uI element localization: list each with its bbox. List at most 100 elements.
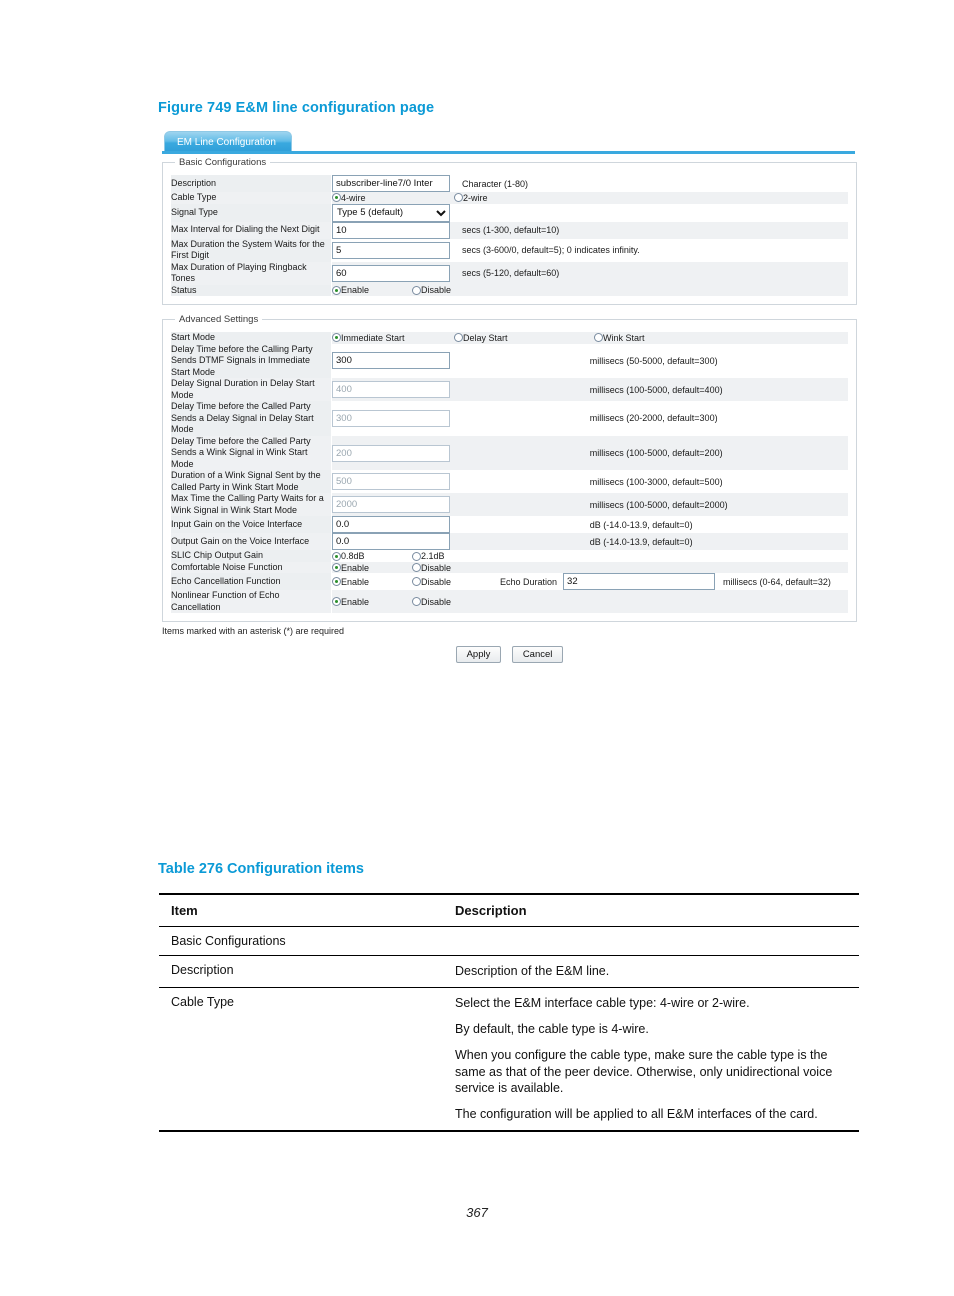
label-signal-type: Signal Type <box>171 203 332 222</box>
radio-cable-type-2wire[interactable]: 2-wire <box>454 193 634 203</box>
row-start-mode: Start Mode Immediate Start Delay Start W… <box>171 332 848 344</box>
row-description: Description Character (1-80) <box>171 175 848 192</box>
output-gain-input[interactable] <box>332 533 450 551</box>
label-output-gain: Output Gain on the Voice Interface <box>171 533 332 551</box>
label-start-mode: Start Mode <box>171 332 332 344</box>
radio-echo-cancellation-enable[interactable]: Enable <box>332 577 412 587</box>
tab-em-line-configuration[interactable]: EM Line Configuration <box>164 131 292 152</box>
table-row: Description Description of the E&M line. <box>159 955 859 988</box>
delay-dtmf-immediate-input[interactable] <box>332 352 450 370</box>
radio-start-mode-immediate[interactable]: Immediate Start <box>332 333 454 343</box>
radio-dot-icon <box>594 333 603 343</box>
header-item: Item <box>159 893 443 927</box>
radio-cable-type-4wire[interactable]: 4-wire <box>332 193 454 203</box>
cell-item: Basic Configurations <box>159 926 443 956</box>
panel-basic-configurations: Basic Configurations Description Charact… <box>162 157 857 306</box>
cell-item: Cable Type <box>159 987 443 1133</box>
delay-called-delay-signal-input[interactable] <box>332 409 450 427</box>
radio-comfortable-noise-enable[interactable]: Enable <box>332 563 412 573</box>
max-duration-ringback-input[interactable] <box>332 264 450 282</box>
header-description: Description <box>443 893 859 927</box>
radio-label: 4-wire <box>341 192 366 203</box>
tab-underline <box>162 151 855 154</box>
radio-label: Enable <box>341 596 370 607</box>
radio-dot-icon <box>332 597 341 607</box>
label-max-wait-wink-signal: Max Time the Calling Party Waits for a W… <box>171 493 332 517</box>
input-gain-input[interactable] <box>332 516 450 534</box>
radio-start-mode-wink[interactable]: Wink Start <box>594 333 645 343</box>
radio-label: Delay Start <box>463 332 508 343</box>
radio-label: Disable <box>421 285 452 296</box>
radio-dot-icon <box>412 285 421 295</box>
field-echo-cancellation: Enable Disable Echo Duration millisecs (… <box>332 573 849 591</box>
document-page: Figure 749 E&M line configuration page E… <box>0 0 954 1296</box>
radio-comfortable-noise-disable[interactable]: Disable <box>412 563 451 573</box>
delay-signal-duration-input[interactable] <box>332 381 450 399</box>
field-max-duration-ringback <box>331 261 462 285</box>
description-paragraph: Select the E&M interface cable type: 4-w… <box>455 995 750 1010</box>
hint-max-wait-wink-signal: millisecs (100-5000, default=2000) <box>589 493 848 517</box>
delay-called-wink-signal-input[interactable] <box>332 444 450 462</box>
radio-dot-icon <box>454 333 463 343</box>
label-max-interval-next-digit: Max Interval for Dialing the Next Digit <box>171 221 332 239</box>
field-output-gain <box>331 533 590 551</box>
label-cable-type: Cable Type <box>171 192 332 204</box>
table-row: Basic Configurations <box>159 926 859 956</box>
row-delay-signal-duration: Delay Signal Duration in Delay Start Mod… <box>171 378 848 402</box>
advanced-settings-table: Start Mode Immediate Start Delay Start W… <box>171 332 849 614</box>
row-signal-type: Signal Type Type 5 (default) <box>171 203 849 222</box>
label-delay-called-wink-signal: Delay Time before the Called Party Sends… <box>171 435 332 471</box>
radio-start-mode-delay[interactable]: Delay Start <box>454 333 594 343</box>
apply-button[interactable]: Apply <box>455 646 502 664</box>
field-signal-type: Type 5 (default) <box>332 203 849 222</box>
label-echo-duration: Echo Duration <box>500 576 558 587</box>
figure-caption: Figure 749 E&M line configuration page <box>158 100 435 116</box>
cancel-button[interactable]: Cancel <box>511 646 564 664</box>
signal-type-select[interactable]: Type 5 (default) <box>332 203 450 222</box>
radio-dot-icon <box>412 551 421 561</box>
radio-slic-08db[interactable]: 0.8dB <box>332 551 412 561</box>
field-input-gain <box>332 516 590 534</box>
radio-nonlinear-echo-enable[interactable]: Enable <box>332 597 412 607</box>
field-start-mode: Immediate Start Delay Start Wink Start <box>331 332 848 344</box>
hint-delay-dtmf-immediate: millisecs (50-5000, default=300) <box>589 355 718 366</box>
form-button-row: Apply Cancel <box>162 644 857 664</box>
row-slic-chip-output-gain: SLIC Chip Output Gain 0.8dB 2.1dB <box>171 550 848 562</box>
wink-signal-duration-input[interactable] <box>332 473 450 491</box>
field-description <box>332 175 463 192</box>
label-echo-cancellation: Echo Cancellation Function <box>171 573 332 591</box>
label-max-duration-ringback: Max Duration of Playing Ringback Tones <box>171 261 332 285</box>
cell-item: Description <box>159 955 443 988</box>
echo-duration-input[interactable] <box>563 573 716 591</box>
panel-advanced-settings: Advanced Settings Start Mode Immediate S… <box>162 314 857 623</box>
label-status: Status <box>171 284 332 297</box>
required-note: Items marked with an asterisk (*) are re… <box>162 626 345 637</box>
description-input[interactable] <box>332 175 450 192</box>
hint-delay-called-wink-signal: millisecs (100-5000, default=200) <box>589 435 848 471</box>
hint-delay-signal-duration: millisecs (100-5000, default=400) <box>589 378 848 402</box>
row-delay-dtmf-immediate: Delay Time before the Calling Party Send… <box>171 343 848 379</box>
radio-label: Wink Start <box>603 332 645 343</box>
radio-slic-21db[interactable]: 2.1dB <box>412 551 445 561</box>
field-max-interval-next-digit <box>331 221 462 239</box>
radio-echo-cancellation-disable[interactable]: Disable <box>412 577 500 587</box>
radio-status-enable[interactable]: Enable <box>332 285 412 295</box>
radio-dot-icon <box>332 577 341 587</box>
description-paragraph: The configuration will be applied to all… <box>455 1107 818 1122</box>
radio-nonlinear-echo-disable[interactable]: Disable <box>412 597 451 607</box>
panel-basic-title: Basic Configurations <box>175 157 271 168</box>
max-duration-first-digit-input[interactable] <box>332 241 450 259</box>
radio-label: Disable <box>421 596 452 607</box>
hint-wink-signal-duration: millisecs (100-3000, default=500) <box>589 476 723 487</box>
hint-max-interval-next-digit: secs (1-300, default=10) <box>462 221 848 239</box>
field-nonlinear-echo: Enable Disable <box>331 590 848 614</box>
radio-label: Disable <box>421 562 452 573</box>
radio-status-disable[interactable]: Disable <box>412 285 451 295</box>
label-input-gain: Input Gain on the Voice Interface <box>171 516 332 534</box>
max-wait-wink-signal-input[interactable] <box>332 496 450 514</box>
label-comfortable-noise: Comfortable Noise Function <box>171 561 332 574</box>
hint-description: Character (1-80) <box>462 178 529 189</box>
cell-description: Select the E&M interface cable type: 4-w… <box>443 987 859 1133</box>
max-interval-next-digit-input[interactable] <box>332 221 450 239</box>
radio-label: Enable <box>341 576 370 587</box>
